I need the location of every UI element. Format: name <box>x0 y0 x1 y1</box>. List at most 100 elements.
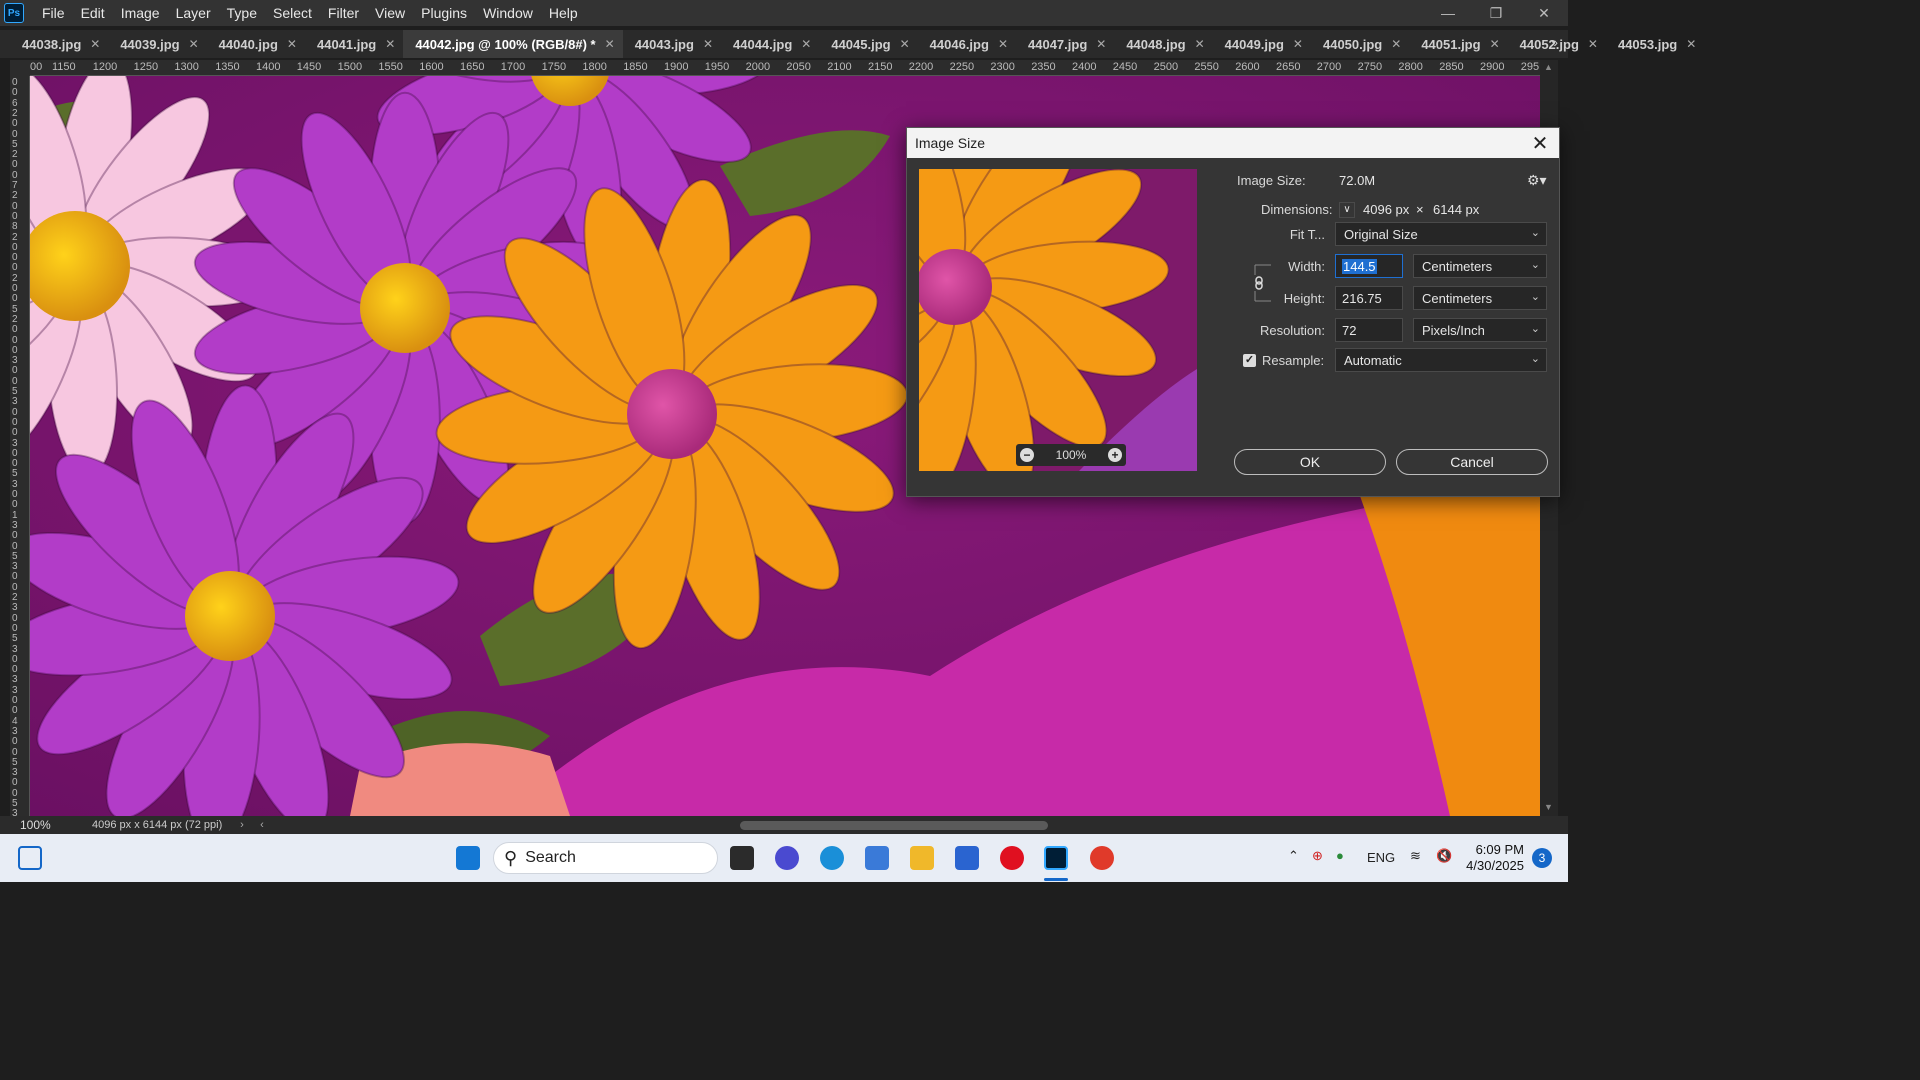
lens-icon[interactable] <box>865 846 889 870</box>
widgets-icon[interactable] <box>18 846 42 870</box>
tab-label: 44047.jpg <box>1028 36 1088 52</box>
meet-icon[interactable] <box>775 846 799 870</box>
resolution-input[interactable]: 72 <box>1335 318 1403 342</box>
tab-close-icon[interactable]: ✕ <box>1391 37 1401 51</box>
tab-close-icon[interactable]: ✕ <box>189 37 199 51</box>
security-icon[interactable]: ● <box>1336 848 1344 863</box>
zoom-out-icon[interactable]: − <box>1020 448 1034 462</box>
tab-close-icon[interactable]: ✕ <box>703 37 713 51</box>
document-tab[interactable]: 44048.jpg ✕ <box>1114 30 1212 58</box>
dialog-title: Image Size <box>915 135 986 151</box>
menu-help[interactable]: Help <box>541 0 586 26</box>
restore-icon[interactable]: ❐ <box>1472 0 1520 26</box>
file-explorer-icon[interactable] <box>910 846 934 870</box>
image-preview[interactable]: − 100% + <box>919 169 1197 471</box>
tab-label: 44041.jpg <box>316 36 377 52</box>
language-indicator[interactable]: ENG <box>1367 850 1395 865</box>
tab-close-icon[interactable]: ✕ <box>801 37 811 51</box>
scroll-up-icon[interactable]: ▲ <box>1544 62 1553 72</box>
chrome-icon[interactable] <box>1090 846 1114 870</box>
tab-close-icon[interactable]: ✕ <box>900 37 910 51</box>
tab-close-icon[interactable]: ✕ <box>998 37 1008 51</box>
close-icon[interactable]: ✕ <box>1529 132 1551 155</box>
menu-window[interactable]: Window <box>475 0 541 26</box>
document-tab[interactable]: 44038.jpg ✕ <box>10 30 108 58</box>
height-input[interactable]: 216.75 <box>1335 286 1403 310</box>
minimize-icon[interactable]: — <box>1424 0 1472 26</box>
document-tab[interactable]: 44040.jpg ✕ <box>207 30 305 58</box>
fit-to-dropdown[interactable]: Original Size ⌄ <box>1335 222 1547 246</box>
tab-close-icon[interactable]: ✕ <box>385 37 395 51</box>
document-tab[interactable]: 44044.jpg ✕ <box>721 30 819 58</box>
gear-icon[interactable]: ⚙▾ <box>1527 172 1547 189</box>
menu-file[interactable]: File <box>34 0 73 26</box>
opera-icon[interactable] <box>1000 846 1024 870</box>
photoshop-taskbar-icon[interactable] <box>1044 846 1068 870</box>
vpn-icon[interactable]: ⊕ <box>1312 848 1323 864</box>
task-view-icon[interactable] <box>730 846 754 870</box>
document-tab[interactable]: 44051.jpg ✕ <box>1409 30 1507 58</box>
menu-select[interactable]: Select <box>265 0 320 26</box>
document-tab[interactable]: 44045.jpg ✕ <box>819 30 917 58</box>
ruler-tick-label: 1450 <box>296 61 322 73</box>
document-tab[interactable]: 44041.jpg ✕ <box>305 30 403 58</box>
store-icon[interactable] <box>955 846 979 870</box>
chevron-down-icon: ⌄ <box>1530 227 1540 239</box>
resolution-unit-dropdown[interactable]: Pixels/Inch ⌄ <box>1413 318 1547 342</box>
document-tab[interactable]: 44053.jpg ✕ <box>1606 30 1704 58</box>
width-input[interactable]: 144.5 <box>1335 254 1403 278</box>
start-icon[interactable] <box>456 846 480 870</box>
scroll-down-icon[interactable]: ▼ <box>1544 802 1553 812</box>
mute-icon[interactable]: 🔇 <box>1436 848 1452 864</box>
vertical-ruler: 0062005200720082000200520003005300030053… <box>10 76 30 816</box>
menu-view[interactable]: View <box>367 0 413 26</box>
ruler-tick-digit: 0 <box>12 159 18 171</box>
resample-dropdown[interactable]: Automatic ⌄ <box>1335 348 1547 372</box>
ruler-tick-label: 2300 <box>990 61 1015 73</box>
dimensions-dropdown-icon[interactable]: ∨ <box>1339 202 1355 218</box>
tab-close-icon[interactable]: ✕ <box>1490 37 1500 51</box>
document-tab[interactable]: 44039.jpg ✕ <box>108 30 206 58</box>
status-menu-icon[interactable]: › <box>232 819 252 831</box>
zoom-level[interactable]: 100% <box>0 818 62 832</box>
clock[interactable]: 6:09 PM 4/30/2025 <box>1462 842 1524 874</box>
tab-close-icon[interactable]: ✕ <box>1195 37 1205 51</box>
height-unit-dropdown[interactable]: Centimeters ⌄ <box>1413 286 1547 310</box>
document-tab[interactable]: 44047.jpg ✕ <box>1016 30 1114 58</box>
document-tab[interactable]: 44050.jpg ✕ <box>1311 30 1409 58</box>
menu-filter[interactable]: Filter <box>320 0 367 26</box>
menu-image[interactable]: Image <box>113 0 168 26</box>
width-unit-dropdown[interactable]: Centimeters ⌄ <box>1413 254 1547 278</box>
document-tab[interactable]: 44043.jpg ✕ <box>623 30 721 58</box>
tab-close-icon[interactable]: ✕ <box>1293 37 1303 51</box>
tab-close-icon[interactable]: ✕ <box>1686 37 1696 51</box>
document-tab[interactable]: 44049.jpg ✕ <box>1213 30 1311 58</box>
document-tab[interactable]: 44042.jpg @ 100% (RGB/8#) * ✕ <box>403 30 623 58</box>
resolution-label: Resolution: <box>1259 323 1325 338</box>
chevron-up-icon[interactable]: ⌃ <box>1288 848 1299 864</box>
tab-close-icon[interactable]: ✕ <box>1096 37 1106 51</box>
notification-badge[interactable]: 3 <box>1532 848 1552 868</box>
resample-value: Automatic <box>1344 353 1402 368</box>
wifi-icon[interactable]: ≋ <box>1410 848 1421 864</box>
edge-icon[interactable] <box>820 846 844 870</box>
close-window-icon[interactable]: ✕ <box>1520 0 1568 26</box>
taskbar-search-box[interactable]: ⚲ Search <box>493 842 718 874</box>
menu-edit[interactable]: Edit <box>73 0 113 26</box>
horizontal-scroll-thumb[interactable] <box>740 821 1048 830</box>
dialog-titlebar[interactable]: Image Size ✕ <box>907 128 1559 158</box>
ok-button[interactable]: OK <box>1234 449 1386 475</box>
menu-layer[interactable]: Layer <box>168 0 219 26</box>
menu-type[interactable]: Type <box>219 0 265 26</box>
tab-close-icon[interactable]: ✕ <box>90 37 100 51</box>
menu-plugins[interactable]: Plugins <box>413 0 475 26</box>
resample-checkbox[interactable]: ✓ <box>1243 354 1256 367</box>
document-tab[interactable]: 44046.jpg ✕ <box>918 30 1016 58</box>
tab-close-icon[interactable]: ✕ <box>1588 37 1598 51</box>
tabs-overflow-icon[interactable]: » <box>1550 34 1558 50</box>
horizontal-scrollbar[interactable] <box>255 818 1535 832</box>
zoom-in-icon[interactable]: + <box>1107 448 1122 462</box>
tab-close-icon[interactable]: ✕ <box>605 37 615 51</box>
tab-close-icon[interactable]: ✕ <box>287 37 297 51</box>
cancel-button[interactable]: Cancel <box>1396 449 1548 475</box>
